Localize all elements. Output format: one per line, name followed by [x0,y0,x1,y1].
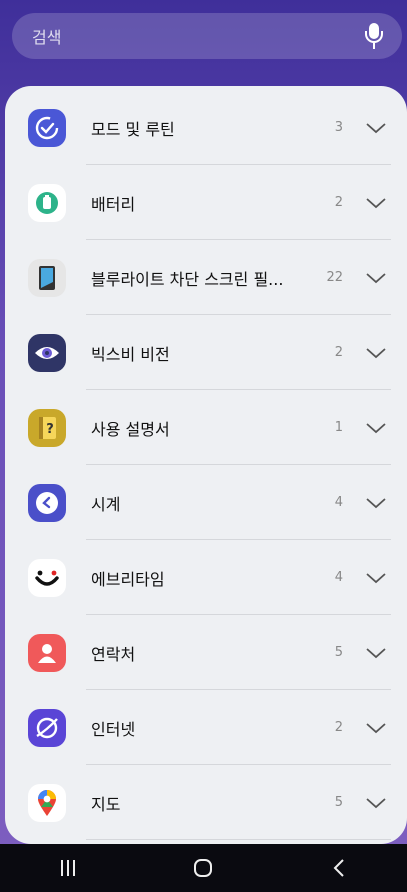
item-count: 22 [326,270,343,285]
item-count: 2 [334,195,343,210]
recents-icon[interactable] [53,853,83,883]
clock-icon [28,483,66,522]
chevron-down-icon[interactable] [365,121,387,135]
everytime-icon [28,558,66,597]
item-count: 2 [334,720,343,735]
item-label: 모드 및 루틴 [91,119,175,139]
bixby-vision-icon [28,333,66,372]
list-item[interactable]: 지도 5 [5,765,407,840]
item-label: 빅스비 비전 [91,344,170,364]
routine-icon [28,108,66,147]
item-count: 5 [334,645,343,660]
list-item[interactable]: 에브리타임 4 [5,540,407,615]
chevron-down-icon[interactable] [365,796,387,810]
item-label: 지도 [91,794,121,814]
search-bar[interactable]: 검색 [12,13,402,59]
list-item[interactable]: 빅스비 비전 2 [5,315,407,390]
item-count: 4 [334,495,343,510]
chevron-down-icon[interactable] [365,496,387,510]
microphone-icon[interactable] [364,23,384,49]
item-count: 1 [334,420,343,435]
back-icon[interactable] [324,853,354,883]
chevron-down-icon[interactable] [365,346,387,360]
internet-icon [28,708,66,747]
divider [86,839,391,840]
item-label: 인터넷 [91,719,136,739]
home-icon[interactable] [188,853,218,883]
bluelight-filter-icon [28,258,66,297]
item-label: 블루라이트 차단 스크린 필... [91,269,284,289]
list-item[interactable]: 연락처 5 [5,615,407,690]
list-item[interactable]: 배터리 2 [5,165,407,240]
chevron-down-icon[interactable] [365,571,387,585]
list-item[interactable]: ? 사용 설명서 1 [5,390,407,465]
item-label: 에브리타임 [91,569,165,589]
chevron-down-icon[interactable] [365,721,387,735]
maps-icon [28,783,66,822]
battery-icon [28,183,66,222]
search-placeholder[interactable]: 검색 [32,24,364,48]
chevron-down-icon[interactable] [365,271,387,285]
list-item[interactable]: 블루라이트 차단 스크린 필... 22 [5,240,407,315]
list-item[interactable]: 시계 4 [5,465,407,540]
item-label: 배터리 [91,194,136,214]
contacts-icon [28,633,66,672]
list-item[interactable]: 인터넷 2 [5,690,407,765]
chevron-down-icon[interactable] [365,196,387,210]
list-item[interactable]: 모드 및 루틴 3 [5,90,407,165]
item-label: 시계 [91,494,121,514]
user-manual-icon: ? [28,408,66,447]
item-count: 4 [334,570,343,585]
chevron-down-icon[interactable] [365,421,387,435]
svg-text:?: ? [46,422,54,437]
navigation-bar [0,844,407,892]
item-label: 연락처 [91,644,136,664]
results-panel: 모드 및 루틴 3 배터리 2 블루라이트 차단 스크린 필... 22 빅스비… [5,86,407,844]
chevron-down-icon[interactable] [365,646,387,660]
item-count: 2 [334,345,343,360]
item-label: 사용 설명서 [91,419,170,439]
item-count: 3 [334,120,343,135]
item-count: 5 [334,795,343,810]
